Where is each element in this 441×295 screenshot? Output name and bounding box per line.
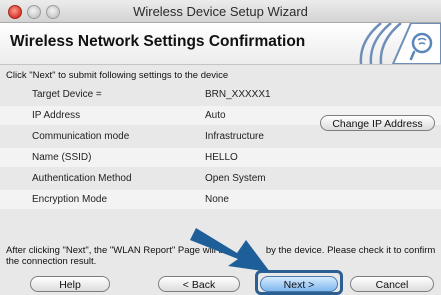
pointer-arrow-icon: [190, 228, 270, 272]
